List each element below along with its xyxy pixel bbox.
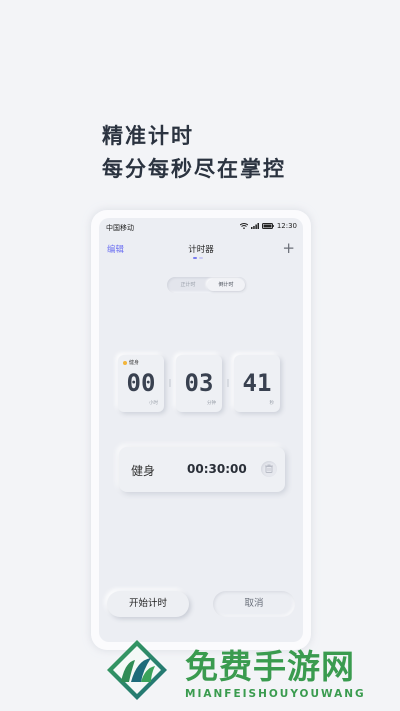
timer-tag-label: 健身	[129, 360, 140, 366]
clock-time: 12:30	[276, 222, 297, 230]
brand-name: 免费手游网	[185, 647, 355, 686]
minutes-unit: 分钟	[207, 401, 216, 406]
signal-icon	[250, 223, 259, 229]
trash-icon[interactable]	[261, 461, 277, 477]
hours-unit: 小时	[149, 401, 158, 406]
cancel-button[interactable]: 取消	[213, 591, 295, 617]
nav-bar: 编辑 计时器 +	[99, 239, 303, 260]
tab-count-up[interactable]: 正计时	[169, 279, 207, 291]
start-timer-button[interactable]: 开始计时	[107, 591, 189, 617]
app-screen: 中国移动 12:30 编辑 计时器 + 正计时 倒计时 健身 00 小时 03	[99, 218, 303, 642]
hours-value: 00	[126, 369, 156, 397]
status-bar: 中国移动 12:30	[99, 218, 303, 236]
tab-countdown[interactable]: 倒计时	[207, 279, 245, 291]
wifi-icon	[239, 223, 248, 229]
tag-dot-icon	[123, 360, 127, 365]
task-duration: 00:30:00	[187, 462, 247, 476]
digit-separator	[169, 379, 171, 387]
task-item[interactable]: 健身 00:30:00	[119, 447, 285, 492]
timer-tag: 健身	[123, 359, 139, 366]
minutes-value: 03	[184, 369, 214, 397]
battery-icon	[261, 223, 274, 229]
seconds-value: 41	[242, 369, 272, 397]
phone-frame: 中国移动 12:30 编辑 计时器 + 正计时 倒计时 健身 00 小时 03	[91, 210, 311, 650]
seconds-card: 41 秒	[234, 355, 280, 412]
page-title: 计时器	[188, 245, 214, 255]
carrier-label: 中国移动	[106, 224, 134, 232]
site-watermark: 免费手游网 MIANFEISHOUYOUWANG	[105, 638, 385, 704]
promo-line-1: 精准计时	[102, 124, 194, 148]
promo-line-2: 每分每秒尽在掌控	[102, 157, 286, 181]
add-button[interactable]: +	[282, 239, 295, 257]
digit-separator	[227, 379, 229, 387]
seconds-unit: 秒	[269, 401, 275, 406]
hours-card: 健身 00 小时	[118, 355, 164, 412]
minutes-card: 03 分钟	[176, 355, 222, 412]
title-indicator	[193, 257, 203, 259]
brand-name-latin: MIANFEISHOUYOUWANG	[185, 688, 366, 700]
promo-headline: 精准计时 每分每秒尽在掌控	[102, 120, 286, 186]
mode-switch: 正计时 倒计时	[167, 277, 247, 293]
brand-logo-icon	[107, 640, 167, 700]
task-name: 健身	[131, 464, 156, 478]
